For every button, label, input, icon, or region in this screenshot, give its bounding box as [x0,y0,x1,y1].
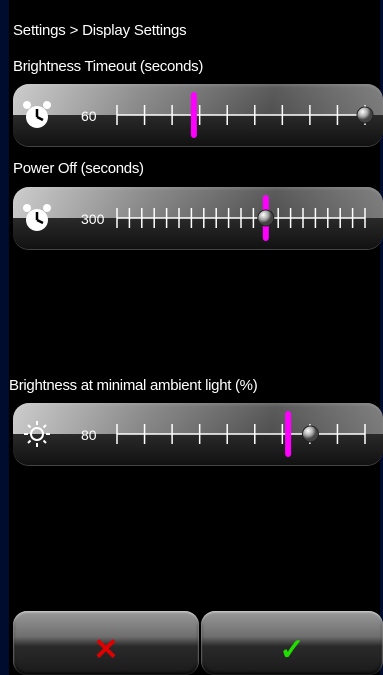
slider-knob[interactable] [257,209,275,227]
ambient-brightness-label: Brightness at minimal ambient light (%) [9,377,258,394]
power-off-slider[interactable]: 300 [13,187,383,249]
slider-marker [190,92,197,138]
power-off-label: Power Off (seconds) [13,160,144,177]
brightness-timeout-slider[interactable]: 60 [13,84,383,146]
brightness-timeout-label: Brightness Timeout (seconds) [13,58,204,75]
close-icon: ✕ [93,633,119,667]
slider-track[interactable] [13,84,383,146]
slider-track[interactable] [13,187,383,249]
slider-track[interactable] [13,403,383,465]
button-bar: ✕ ✓ [13,611,383,675]
breadcrumb: Settings > Display Settings [13,22,187,39]
confirm-button[interactable]: ✓ [201,611,383,675]
check-icon: ✓ [279,633,305,667]
slider-knob[interactable] [301,425,319,443]
cancel-button[interactable]: ✕ [13,611,199,675]
ambient-brightness-slider[interactable]: 80 [13,403,383,465]
slider-knob[interactable] [356,106,374,124]
slider-marker [285,411,292,457]
